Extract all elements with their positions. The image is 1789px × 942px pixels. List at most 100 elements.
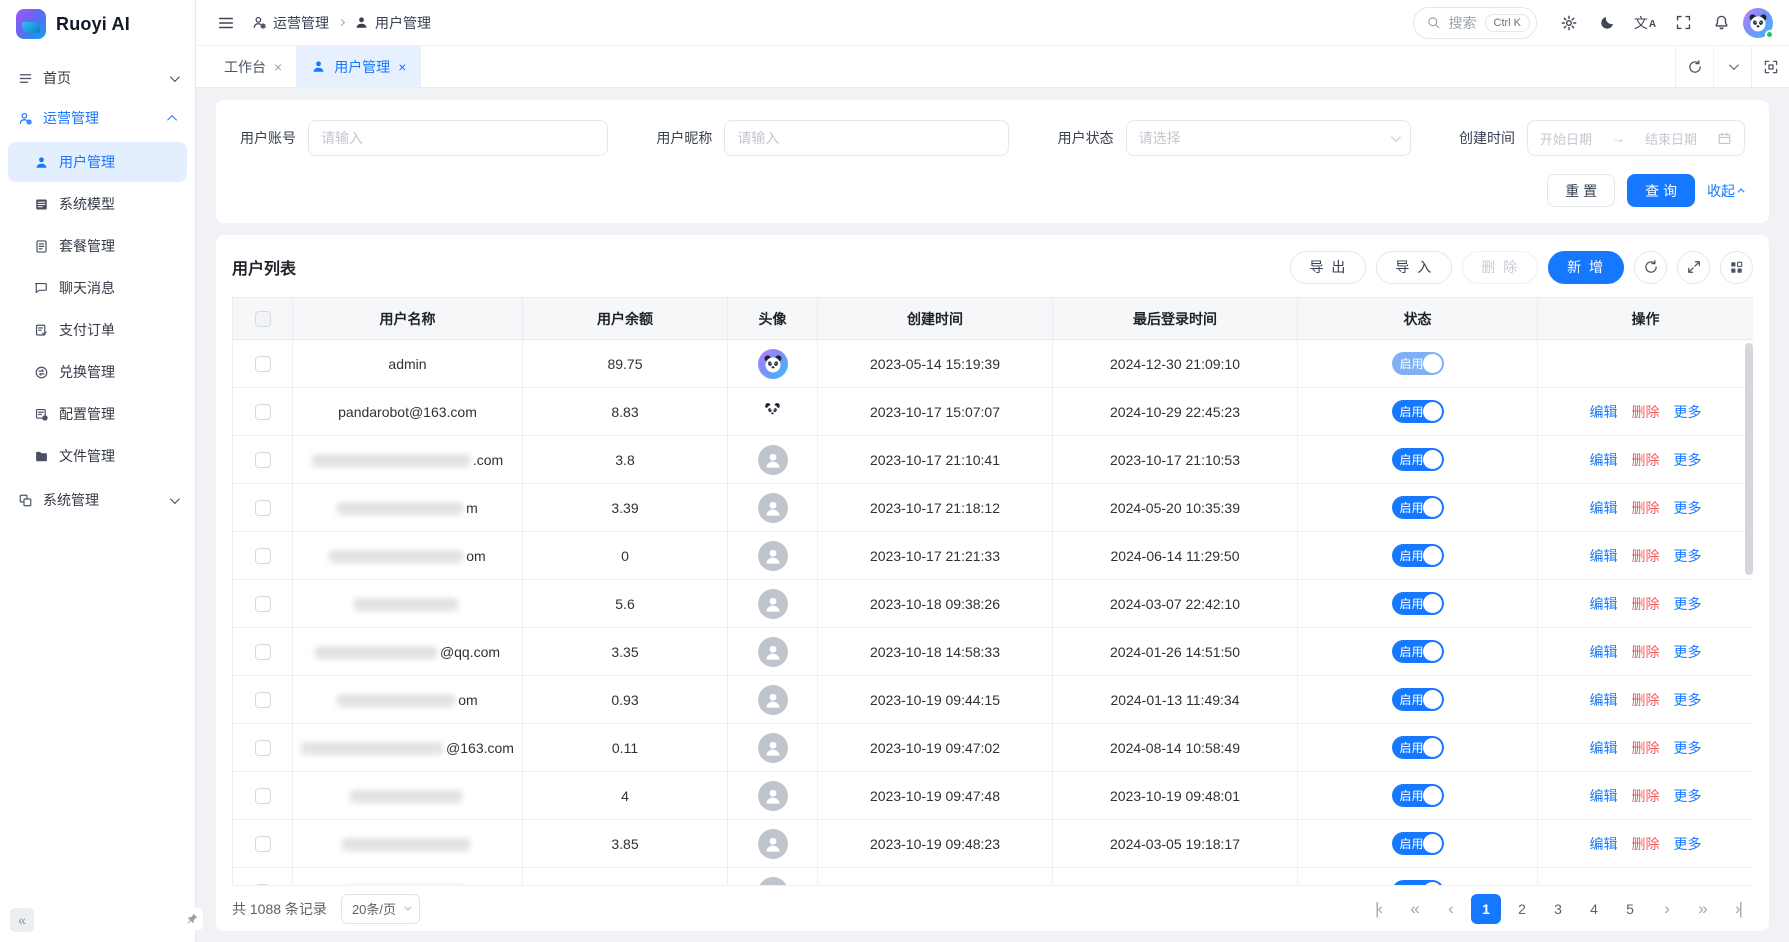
sidebar-item-submenu-3[interactable]: 聊天消息 — [8, 268, 187, 308]
more-link[interactable]: 更多 — [1674, 500, 1702, 516]
row-checkbox[interactable] — [255, 548, 271, 564]
default-avatar-icon[interactable] — [758, 445, 788, 475]
refresh-table-icon[interactable] — [1634, 251, 1667, 284]
sidebar-item-submenu-7[interactable]: 文件管理 — [8, 436, 187, 476]
default-avatar-icon[interactable] — [758, 733, 788, 763]
sidebar-item-submenu-2[interactable]: 套餐管理 — [8, 226, 187, 266]
language-translate-icon[interactable]: 文A — [1629, 7, 1661, 39]
panda-avatar-icon[interactable] — [763, 401, 782, 423]
sidebar-item-home[interactable]: 首页 — [8, 58, 187, 98]
pagination-first-button[interactable]: |‹ — [1363, 894, 1393, 924]
sidebar-collapse-button[interactable]: « — [10, 908, 34, 932]
delete-link[interactable]: 删除 — [1632, 740, 1660, 756]
more-link[interactable]: 更多 — [1674, 596, 1702, 612]
delete-link[interactable]: 删除 — [1632, 548, 1660, 564]
edit-link[interactable]: 编辑 — [1590, 404, 1618, 420]
delete-link[interactable]: 删除 — [1632, 884, 1660, 886]
delete-link[interactable]: 删除 — [1632, 644, 1660, 660]
pagination-last-button[interactable]: ›| — [1723, 894, 1753, 924]
pagination-page-3[interactable]: 3 — [1543, 894, 1573, 924]
edit-link[interactable]: 编辑 — [1590, 740, 1618, 756]
collapse-filters-link[interactable]: 收起 — [1707, 181, 1745, 201]
pagination-page-5[interactable]: 5 — [1615, 894, 1645, 924]
default-avatar-icon[interactable] — [758, 589, 788, 619]
row-checkbox[interactable] — [255, 404, 271, 420]
default-avatar-icon[interactable] — [758, 781, 788, 811]
status-toggle[interactable]: 启用 — [1392, 400, 1444, 423]
more-link[interactable]: 更多 — [1674, 740, 1702, 756]
breadcrumb-item-operations[interactable]: 运营管理 — [252, 13, 329, 33]
tab-options-chevron-icon[interactable] — [1713, 46, 1751, 87]
row-checkbox[interactable] — [255, 452, 271, 468]
delete-link[interactable]: 删除 — [1632, 788, 1660, 804]
row-checkbox[interactable] — [255, 884, 271, 885]
panda-avatar-icon[interactable] — [758, 349, 788, 379]
close-icon[interactable]: × — [274, 59, 282, 75]
sidebar-item-submenu-6[interactable]: 配置管理 — [8, 394, 187, 434]
reset-button[interactable]: 重 置 — [1547, 174, 1615, 207]
row-checkbox[interactable] — [255, 740, 271, 756]
status-toggle[interactable]: 启用 — [1392, 688, 1444, 711]
sidebar-item-operations[interactable]: 运营管理 — [8, 98, 187, 138]
edit-link[interactable]: 编辑 — [1590, 692, 1618, 708]
expand-table-icon[interactable] — [1677, 251, 1710, 284]
default-avatar-icon[interactable] — [758, 541, 788, 571]
pagination-page-1[interactable]: 1 — [1471, 894, 1501, 924]
account-input[interactable] — [321, 130, 595, 146]
global-search[interactable]: 搜索 Ctrl K — [1413, 7, 1538, 39]
row-checkbox[interactable] — [255, 356, 271, 372]
sidebar-item-user-management[interactable]: 用户管理 — [8, 142, 187, 182]
pagination-next-group-button[interactable]: » — [1687, 894, 1717, 924]
pagination-prev-group-button[interactable]: « — [1399, 894, 1429, 924]
edit-link[interactable]: 编辑 — [1590, 836, 1618, 852]
notifications-bell-icon[interactable] — [1705, 7, 1737, 39]
default-avatar-icon[interactable] — [758, 493, 788, 523]
date-range-picker[interactable]: 开始日期 → 结束日期 — [1527, 120, 1745, 156]
delete-link[interactable]: 删除 — [1632, 692, 1660, 708]
status-select[interactable]: 请选择 — [1126, 120, 1411, 156]
edit-link[interactable]: 编辑 — [1590, 596, 1618, 612]
row-checkbox[interactable] — [255, 836, 271, 852]
row-checkbox[interactable] — [255, 692, 271, 708]
delete-link[interactable]: 删除 — [1632, 404, 1660, 420]
more-link[interactable]: 更多 — [1674, 788, 1702, 804]
edit-link[interactable]: 编辑 — [1590, 500, 1618, 516]
edit-link[interactable]: 编辑 — [1590, 452, 1618, 468]
status-toggle[interactable]: 启用 — [1392, 592, 1444, 615]
edit-link[interactable]: 编辑 — [1590, 788, 1618, 804]
edit-link[interactable]: 编辑 — [1590, 644, 1618, 660]
status-toggle[interactable]: 启用 — [1392, 496, 1444, 519]
edit-link[interactable]: 编辑 — [1590, 548, 1618, 564]
status-toggle[interactable]: 启用 — [1392, 544, 1444, 567]
export-button[interactable]: 导 出 — [1290, 251, 1366, 284]
more-link[interactable]: 更多 — [1674, 452, 1702, 468]
row-checkbox[interactable] — [255, 644, 271, 660]
more-link[interactable]: 更多 — [1674, 692, 1702, 708]
column-settings-icon[interactable] — [1720, 251, 1753, 284]
select-all-checkbox[interactable] — [255, 311, 271, 327]
sidebar-item-submenu-4[interactable]: 支付订单 — [8, 310, 187, 350]
scrollbar-thumb[interactable] — [1745, 343, 1753, 575]
content-fullscreen-icon[interactable] — [1751, 46, 1789, 87]
sidebar-item-system[interactable]: 系统管理 — [8, 480, 187, 520]
sidebar-item-submenu-1[interactable]: 系统模型 — [8, 184, 187, 224]
delete-link[interactable]: 删除 — [1632, 836, 1660, 852]
row-checkbox[interactable] — [255, 788, 271, 804]
edit-link[interactable]: 编辑 — [1590, 884, 1618, 886]
status-toggle[interactable]: 启用 — [1392, 448, 1444, 471]
tab-user-management[interactable]: 用户管理 × — [297, 46, 421, 87]
status-toggle[interactable]: 启用 — [1392, 352, 1444, 375]
pagination-prev-button[interactable]: ‹ — [1435, 894, 1465, 924]
close-icon[interactable]: × — [398, 59, 406, 75]
status-toggle[interactable]: 启用 — [1392, 832, 1444, 855]
nickname-input[interactable] — [737, 130, 996, 146]
refresh-page-icon[interactable] — [1675, 46, 1713, 87]
user-avatar[interactable] — [1743, 8, 1773, 38]
default-avatar-icon[interactable] — [758, 637, 788, 667]
page-size-select[interactable]: 20条/页 — [341, 894, 420, 924]
delete-link[interactable]: 删除 — [1632, 452, 1660, 468]
delete-link[interactable]: 删除 — [1632, 500, 1660, 516]
query-button[interactable]: 查 询 — [1627, 174, 1695, 207]
sidebar-item-submenu-5[interactable]: 兑换管理 — [8, 352, 187, 392]
status-toggle[interactable]: 启用 — [1392, 880, 1444, 885]
